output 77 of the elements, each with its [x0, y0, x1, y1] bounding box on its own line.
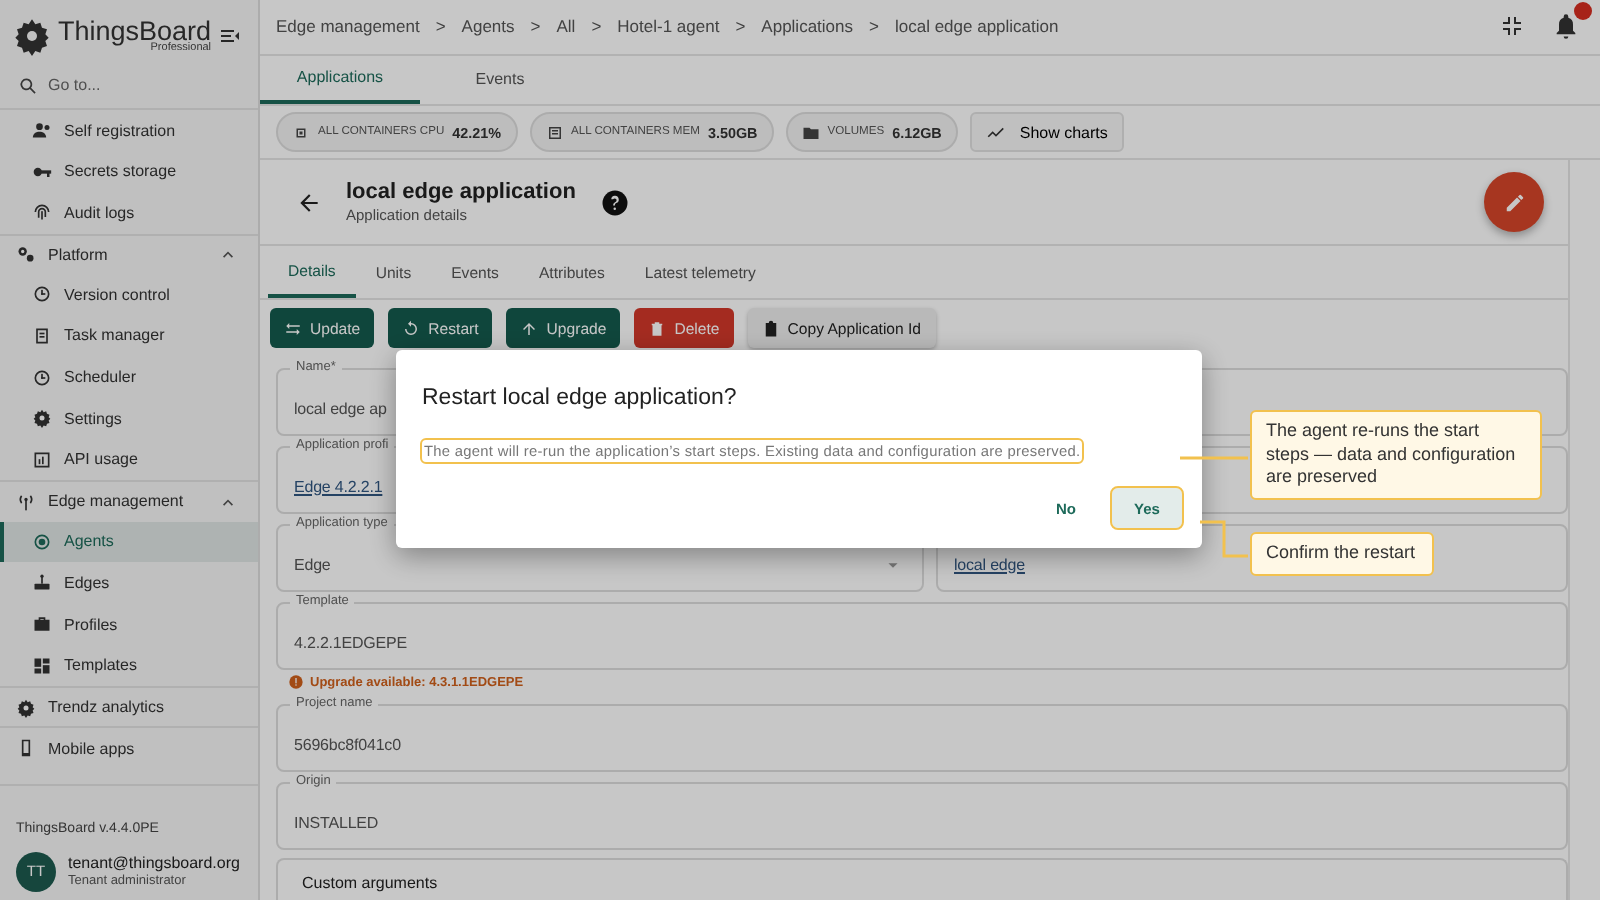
breadcrumb-link[interactable]: Agents — [461, 16, 515, 37]
target-icon — [32, 531, 52, 552]
pencil-icon — [1503, 191, 1525, 213]
restart-icon — [402, 319, 421, 337]
trash-icon — [648, 319, 667, 337]
trend-line-icon — [985, 122, 1006, 143]
sidebar-item[interactable]: Self registration — [0, 109, 258, 151]
back-arrow-icon[interactable] — [296, 189, 322, 215]
gear-icon — [32, 408, 52, 429]
antenna-icon — [16, 491, 36, 512]
exit-fullscreen-icon[interactable] — [1500, 14, 1524, 39]
notification-badge — [1574, 2, 1592, 21]
router-icon — [32, 572, 52, 593]
up-arrow-icon — [520, 319, 539, 337]
details-title: local edge application — [346, 180, 576, 206]
search-field[interactable]: Go to... — [48, 76, 228, 95]
breadcrumb-separator: > — [591, 16, 602, 37]
callout-note: The agent re-runs the start steps — data and configuration are preserved — [1250, 410, 1542, 501]
breadcrumb-link[interactable]: Edge management — [276, 16, 420, 37]
user-email: tenant@thingsboard.org — [68, 856, 240, 874]
callout-note: Confirm the restart — [1250, 532, 1434, 576]
breadcrumb-link[interactable]: All — [556, 16, 576, 37]
clipboard-icon — [32, 325, 52, 346]
sidebar-item[interactable]: API usage — [0, 438, 258, 480]
tab[interactable]: Events — [420, 55, 580, 105]
sidebar-item[interactable]: Secrets storage — [0, 150, 258, 192]
sidebar-item[interactable]: Version control — [0, 274, 258, 316]
help-icon[interactable] — [599, 187, 630, 217]
breadcrumb-separator: > — [869, 16, 879, 37]
breadcrumb-separator: > — [530, 16, 541, 37]
clock-icon — [32, 284, 52, 305]
field-link[interactable]: local edge — [954, 555, 1025, 573]
swap-icon — [284, 319, 302, 337]
bell-icon[interactable] — [1552, 12, 1580, 41]
sidebar-section[interactable]: Platform — [0, 233, 258, 275]
sidebar-item[interactable]: Edges — [0, 562, 258, 604]
dialog-title: Restart local edge application? — [422, 386, 739, 410]
breadcrumb-link[interactable]: Hotel-1 agent — [617, 16, 720, 37]
app-logo-text: ThingsBoard — [58, 18, 212, 45]
breadcrumb-separator: > — [435, 16, 446, 37]
memory-icon — [545, 123, 564, 142]
clock-icon — [32, 367, 52, 388]
leader-line — [1180, 456, 1248, 460]
clipboard-icon — [761, 319, 780, 337]
folder-icon — [801, 123, 820, 142]
sidebar-item[interactable]: Trendz analytics — [0, 685, 258, 727]
sidebar-item[interactable]: Agents — [0, 521, 258, 563]
show-charts-button[interactable]: Show charts — [969, 112, 1124, 153]
sidebar-item[interactable]: Settings — [0, 397, 258, 439]
leader-line — [1200, 520, 1248, 558]
breadcrumb-link[interactable]: Applications — [761, 16, 854, 37]
tab[interactable]: Applications — [260, 55, 420, 105]
search-icon — [18, 75, 38, 96]
edit-button[interactable] — [1484, 172, 1544, 232]
gear-logo-icon — [12, 16, 52, 56]
cpu-icon — [292, 123, 310, 142]
warning-icon — [288, 674, 304, 690]
section-label: Edge management — [48, 492, 184, 511]
sidebar-item[interactable]: Mobile apps — [0, 726, 258, 769]
gear-icon — [16, 697, 36, 718]
phone-icon — [16, 738, 36, 759]
section-header: Custom arguments — [276, 858, 1568, 900]
sidebar-item[interactable]: Audit logs — [0, 191, 258, 233]
menu-collapse-icon[interactable] — [218, 24, 242, 48]
sidebar-item[interactable]: Task manager — [0, 315, 258, 357]
people-icon — [32, 120, 52, 141]
breadcrumb-link[interactable]: local edge application — [894, 16, 1059, 37]
breadcrumb-separator: > — [735, 16, 746, 37]
sidebar-item[interactable]: Profiles — [0, 603, 258, 645]
fingerprint-icon — [32, 202, 52, 223]
grid-icon — [32, 655, 52, 676]
section-label: Platform — [48, 245, 108, 264]
sidebar-item[interactable]: Scheduler — [0, 356, 258, 398]
field-link[interactable]: Edge 4.2.2.1 — [294, 477, 383, 495]
chart-icon — [32, 449, 52, 470]
briefcase-icon — [32, 614, 52, 635]
sidebar-item[interactable]: Templates — [0, 644, 258, 686]
